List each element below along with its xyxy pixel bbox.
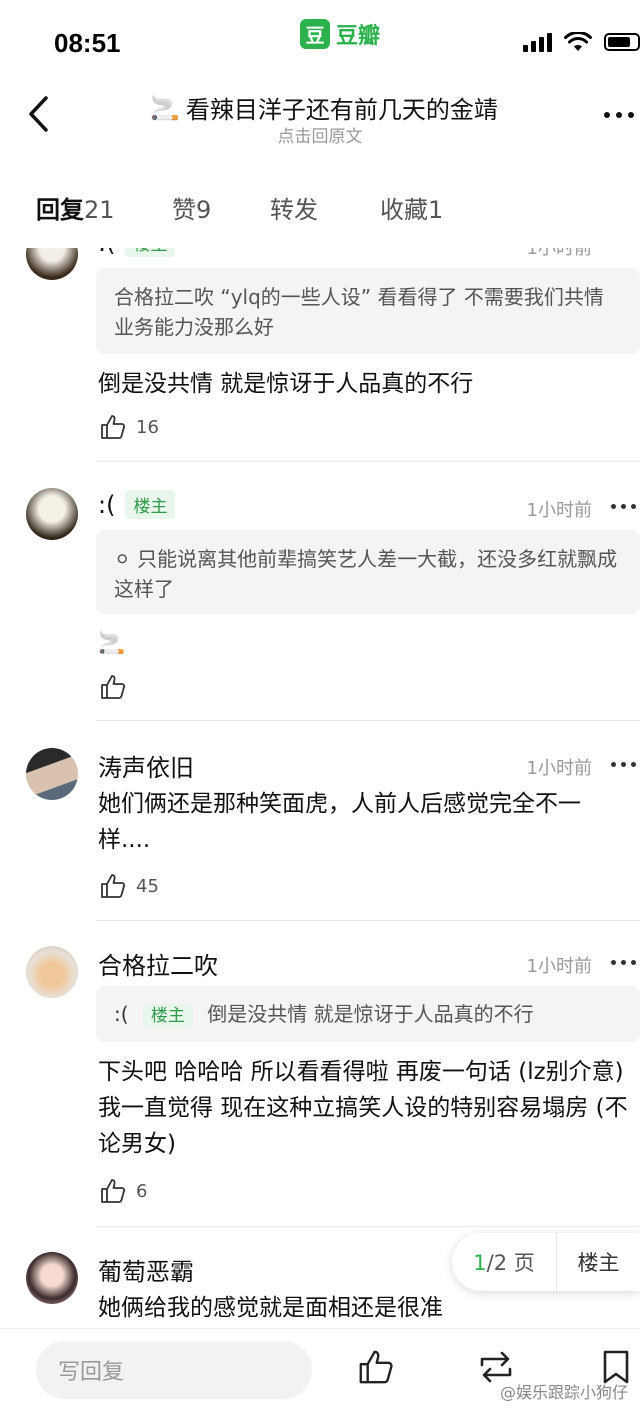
avatar[interactable] — [26, 488, 78, 540]
comment-body: 🚬 — [98, 631, 126, 656]
avatar[interactable] — [26, 748, 78, 800]
divider — [96, 720, 640, 721]
thumb-up-icon[interactable] — [358, 1349, 394, 1385]
avatar[interactable] — [26, 1252, 78, 1304]
cigarette-icon: 🚬 — [150, 93, 180, 122]
comment-time: 1小时前 — [526, 500, 592, 521]
thumb-up-icon — [101, 415, 126, 439]
quoted-reply[interactable]: 合格拉二吹 “ylq的一些人设” 看看得了 不需要我们共情 业务能力没那么好 — [96, 268, 640, 354]
app-logo-icon: 豆 — [300, 19, 330, 49]
quoted-text: 倒是没共情 就是惊讶于人品真的不行 — [207, 1002, 534, 1026]
reply-input[interactable]: 写回复 — [36, 1341, 312, 1399]
op-badge: 楼主 — [125, 490, 176, 519]
comment-more-icon[interactable] — [611, 762, 636, 767]
comment-author[interactable]: 葡萄恶霸 — [98, 1252, 194, 1287]
status-bar: 08:51 豆 豆瓣 — [0, 0, 640, 80]
nav-bar: 🚬 看辣目洋子还有前几天的金靖 点击回原文 — [0, 82, 640, 152]
status-time: 08:51 — [54, 28, 121, 58]
tab-likes[interactable]: 赞9 — [172, 190, 211, 225]
post-title-text: 看辣目洋子还有前几天的金靖 — [185, 96, 498, 124]
comment-author[interactable]: 涛声依旧 — [98, 748, 194, 783]
avatar[interactable] — [26, 248, 78, 280]
tab-favorites[interactable]: 收藏1 — [380, 190, 443, 225]
comment-time: 1小时前 — [526, 248, 592, 259]
divider — [96, 461, 640, 462]
thumb-up-icon — [101, 1179, 126, 1203]
comment-body: 倒是没共情 就是惊讶于人品真的不行 — [98, 371, 474, 397]
comment-more-icon[interactable] — [611, 504, 636, 509]
like-button[interactable]: 45 — [100, 873, 159, 899]
quoted-reply[interactable]: ⚪ 只能说离其他前辈搞笑艺人差一大截，还没多红就飘成这样了 — [96, 530, 640, 614]
app-name: 豆瓣 — [336, 24, 381, 49]
comment-list[interactable]: :( 楼主 1小时前 合格拉二吹 “ylq的一些人设” 看看得了 不需要我们共情… — [0, 248, 640, 1328]
wifi-icon — [564, 32, 592, 51]
page-navigator: 1/2 页 楼主 — [452, 1233, 640, 1291]
post-title[interactable]: 🚬 看辣目洋子还有前几天的金靖 — [150, 90, 498, 125]
avatar[interactable] — [26, 946, 78, 998]
tab-bar: 回复21 赞9 转发 收藏1 — [0, 190, 640, 236]
more-icon[interactable] — [604, 112, 634, 118]
thumb-up-icon — [101, 874, 126, 898]
like-button[interactable]: 16 — [100, 414, 159, 440]
comment-body: 她俩给我的感觉就是面相还是很准 — [98, 1295, 443, 1321]
like-button[interactable]: 6 — [100, 1178, 147, 1204]
comment-more-icon[interactable] — [611, 960, 636, 965]
op-badge: 楼主 — [125, 248, 176, 257]
op-badge: 楼主 — [142, 1004, 193, 1028]
divider — [96, 1226, 640, 1227]
battery-icon — [604, 33, 640, 51]
like-count: 45 — [136, 875, 159, 897]
tab-reposts[interactable]: 转发 — [270, 190, 318, 225]
like-count: 6 — [136, 1180, 148, 1202]
signal-icon — [523, 32, 552, 52]
comment-author[interactable]: 合格拉二吹 — [98, 946, 218, 981]
page-indicator[interactable]: 1/2 页 — [452, 1247, 556, 1277]
comment-author[interactable]: :( 楼主 — [98, 490, 176, 519]
like-button[interactable] — [100, 674, 136, 700]
comment-author[interactable]: :( 楼主 — [98, 248, 176, 257]
quoted-author: :( — [114, 1002, 129, 1026]
app-badge: 豆 豆瓣 — [300, 18, 380, 50]
like-count: 16 — [136, 416, 159, 438]
comment-time: 1小时前 — [526, 758, 592, 779]
comment-time: 1小时前 — [526, 956, 592, 977]
quoted-reply[interactable]: :( 楼主 倒是没共情 就是惊讶于人品真的不行 — [96, 986, 640, 1042]
comment-body: 她们俩还是那种笑面虎，人前人后感觉完全不一样.... — [98, 791, 581, 853]
op-only-button[interactable]: 楼主 — [557, 1247, 640, 1277]
divider — [96, 920, 640, 921]
thumb-up-icon — [101, 675, 126, 699]
watermark: @娱乐跟踪小狗仔 — [499, 1383, 628, 1402]
bottom-bar: 写回复 @娱乐跟踪小狗仔 — [0, 1328, 640, 1413]
comment-body: 下头吧 哈哈哈 所以看看得啦 再废一句话 (lz别介意) 我一直觉得 现在这种立… — [98, 1059, 628, 1157]
tab-replies[interactable]: 回复21 — [36, 190, 115, 225]
back-to-post-link[interactable]: 点击回原文 — [0, 122, 640, 147]
system-icons — [523, 32, 640, 52]
